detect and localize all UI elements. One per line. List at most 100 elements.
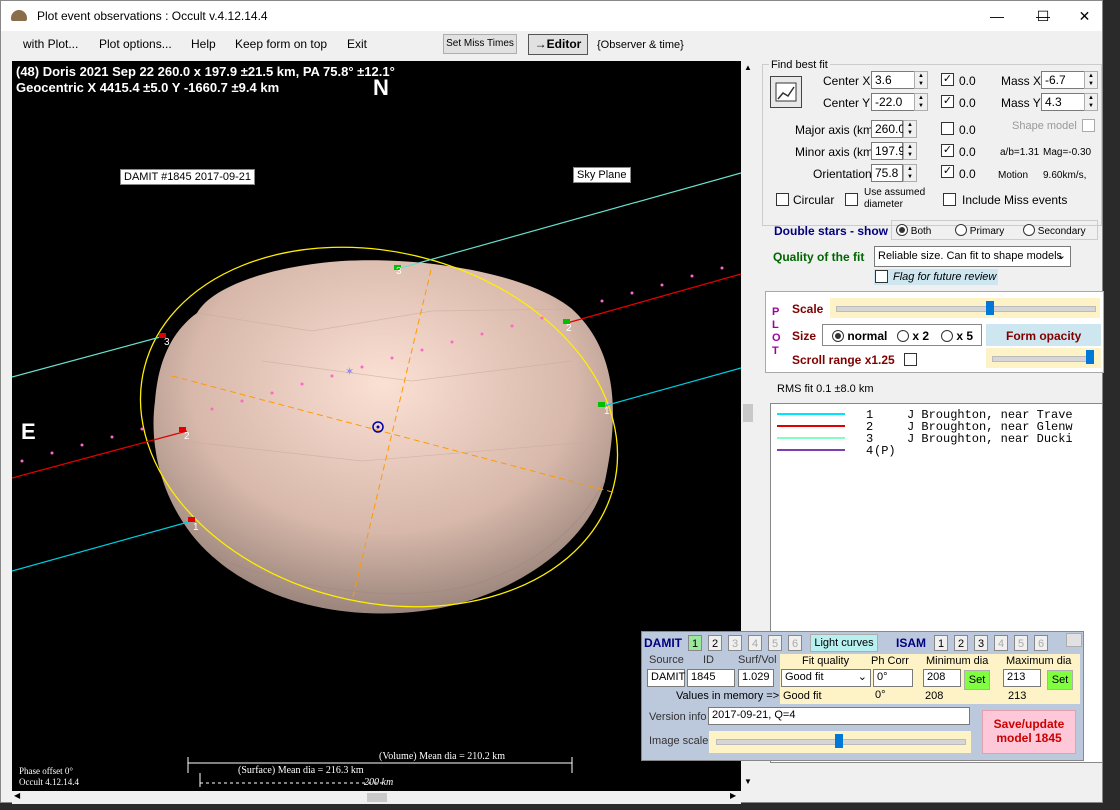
plot-vertical-label: PLOT — [772, 306, 781, 357]
mass-y-spinner[interactable]: ▲ ▼ — [1084, 93, 1098, 111]
save-update-model-button[interactable]: Save/update model 1845 — [982, 710, 1076, 754]
center-x-checkbox[interactable]: ✓ — [941, 73, 954, 86]
orientation-label: Orientation — [813, 167, 872, 181]
id-field[interactable]: 1845 — [687, 669, 735, 687]
values-in-memory-label: Values in memory => — [676, 690, 780, 702]
include-miss-checkbox[interactable] — [943, 193, 956, 206]
include-miss-label: Include Miss events — [962, 193, 1068, 207]
menu-exit[interactable]: Exit — [347, 37, 367, 51]
chevron-down-icon: ⌄ — [857, 671, 867, 683]
motion-value: 9.60km/s, — [1043, 170, 1087, 181]
damit-model-1-button[interactable]: 1 — [688, 635, 702, 651]
isam-model-1-button[interactable]: 1 — [934, 635, 948, 651]
orientation-checkbox[interactable]: ✓ — [941, 165, 954, 178]
isam-model-2-button[interactable]: 2 — [954, 635, 968, 651]
use-assumed-checkbox[interactable] — [845, 193, 858, 206]
close-button[interactable]: ✕ — [1066, 1, 1103, 31]
size-label: Size — [792, 329, 817, 343]
minor-axis-checkbox[interactable]: ✓ — [941, 144, 954, 157]
scroll-range-checkbox[interactable] — [904, 353, 917, 366]
minor-axis-input[interactable]: 197.9 — [871, 142, 905, 160]
quality-select[interactable]: Reliable size. Can fit to shape models ⌄ — [874, 246, 1071, 267]
damit-close-button[interactable] — [1066, 633, 1082, 647]
center-x-zero: 0.0 — [959, 74, 976, 88]
ph-corr-field[interactable]: 0° — [873, 669, 913, 687]
rms-fit-label: RMS fit 0.1 ±8.0 km — [777, 383, 874, 395]
major-axis-spinner[interactable]: ▲ ▼ — [903, 120, 917, 138]
menu-with-plot[interactable]: with Plot... — [23, 37, 78, 51]
volume-dia-label: (Volume) Mean dia = 210.2 km — [379, 751, 505, 762]
max-dia-set-button[interactable]: Set — [1047, 670, 1073, 690]
min-dia-set-button[interactable]: Set — [964, 670, 990, 690]
mass-x-spinner[interactable]: ▲ ▼ — [1084, 71, 1098, 89]
mass-x-input[interactable]: -6.7 — [1041, 71, 1085, 89]
center-x-spinner[interactable]: ▲ ▼ — [914, 71, 928, 89]
isam-model-5-button[interactable]: 5 — [1014, 635, 1028, 651]
isam-model-3-button[interactable]: 3 — [974, 635, 988, 651]
surf-vol-field[interactable]: 1.029 — [738, 669, 774, 687]
fit-quality-select[interactable]: Good fit ⌄ — [781, 669, 871, 687]
center-y-spinner[interactable]: ▲ ▼ — [914, 93, 928, 111]
center-y-checkbox[interactable]: ✓ — [941, 95, 954, 108]
use-assumed-label: Use assumed diameter — [864, 187, 926, 210]
maximize-button[interactable]: ☐ — [1020, 1, 1066, 31]
min-dia-field[interactable]: 208 — [923, 669, 961, 687]
editor-button[interactable]: →Editor — [528, 34, 588, 55]
orientation-input[interactable]: 75.8 — [871, 164, 903, 182]
center-y-label: Center Y — [823, 96, 871, 110]
minimize-button[interactable]: — — [974, 1, 1020, 31]
isam-model-4-button[interactable]: 4 — [994, 635, 1008, 651]
menu-plot-options[interactable]: Plot options... — [99, 37, 172, 51]
source-field[interactable]: DAMIT — [647, 669, 685, 687]
form-opacity-slider[interactable] — [992, 356, 1094, 362]
scale-label: Scale — [792, 302, 824, 316]
mass-y-input[interactable]: 4.3 — [1041, 93, 1085, 111]
menu-keep-on-top[interactable]: Keep form on top — [235, 37, 327, 51]
plot-canvas[interactable]: (48) Doris 2021 Sep 22 260.0 x 197.9 ±21… — [12, 61, 741, 791]
major-axis-label: Major axis (km) — [795, 123, 878, 137]
set-miss-times-button[interactable]: Set Miss Times — [443, 34, 517, 54]
damit-model-4-button[interactable]: 4 — [748, 635, 762, 651]
major-axis-input[interactable]: 260.0 — [871, 120, 905, 138]
form-opacity-slider-thumb[interactable] — [1086, 350, 1094, 364]
size-x5-label: x 5 — [956, 329, 974, 343]
chord-label-1-right: 1 — [604, 406, 610, 417]
version-info-field[interactable]: 2017-09-21, Q=4 — [708, 707, 970, 725]
find-best-fit-button[interactable] — [770, 76, 802, 108]
flag-review-checkbox[interactable] — [875, 270, 888, 283]
ab-ratio: a/b=1.31 — [1000, 147, 1040, 158]
major-axis-checkbox[interactable] — [941, 122, 954, 135]
isam-model-6-button[interactable]: 6 — [1034, 635, 1048, 651]
damit-model-6-button[interactable]: 6 — [788, 635, 802, 651]
id-label: ID — [703, 654, 714, 666]
size-x5-radio[interactable]: x 5 — [941, 329, 973, 343]
flag-review-label: Flag for future review — [893, 271, 997, 283]
size-x2-radio[interactable]: x 2 — [897, 329, 929, 343]
damit-model-3-button[interactable]: 3 — [728, 635, 742, 651]
plot-horizontal-scrollbar[interactable]: ◀ ▶ — [12, 791, 741, 804]
min-dia-label: Minimum dia — [926, 655, 989, 667]
scale-slider-thumb[interactable] — [986, 301, 994, 315]
ds-both-radio[interactable]: Both — [896, 224, 931, 237]
light-curves-button[interactable]: Light curves — [810, 634, 878, 652]
ds-secondary-radio[interactable]: Secondary — [1023, 224, 1086, 237]
size-normal-radio[interactable]: normal — [832, 329, 887, 343]
window-title: Plot event observations : Occult v.4.12.… — [37, 9, 268, 23]
chord-label-2-right: 2 — [566, 323, 572, 334]
damit-model-5-button[interactable]: 5 — [768, 635, 782, 651]
scale-slider[interactable] — [836, 306, 1096, 312]
damit-model-2-button[interactable]: 2 — [708, 635, 722, 651]
source-label: Source — [649, 654, 684, 666]
shape-model-checkbox[interactable] — [1082, 119, 1095, 132]
circular-checkbox[interactable] — [776, 193, 789, 206]
ds-primary-radio[interactable]: Primary — [955, 224, 1004, 237]
size-normal-label: normal — [847, 329, 888, 343]
center-x-input[interactable]: 3.6 — [871, 71, 915, 89]
max-dia-field[interactable]: 213 — [1003, 669, 1041, 687]
center-y-input[interactable]: -22.0 — [871, 93, 915, 111]
minor-axis-spinner[interactable]: ▲ ▼ — [903, 142, 917, 160]
surface-dia-label: (Surface) Mean dia = 216.3 km — [238, 765, 364, 776]
menu-help[interactable]: Help — [191, 37, 216, 51]
orientation-spinner[interactable]: ▲ ▼ — [903, 164, 917, 182]
image-scale-slider-thumb[interactable] — [835, 734, 843, 748]
